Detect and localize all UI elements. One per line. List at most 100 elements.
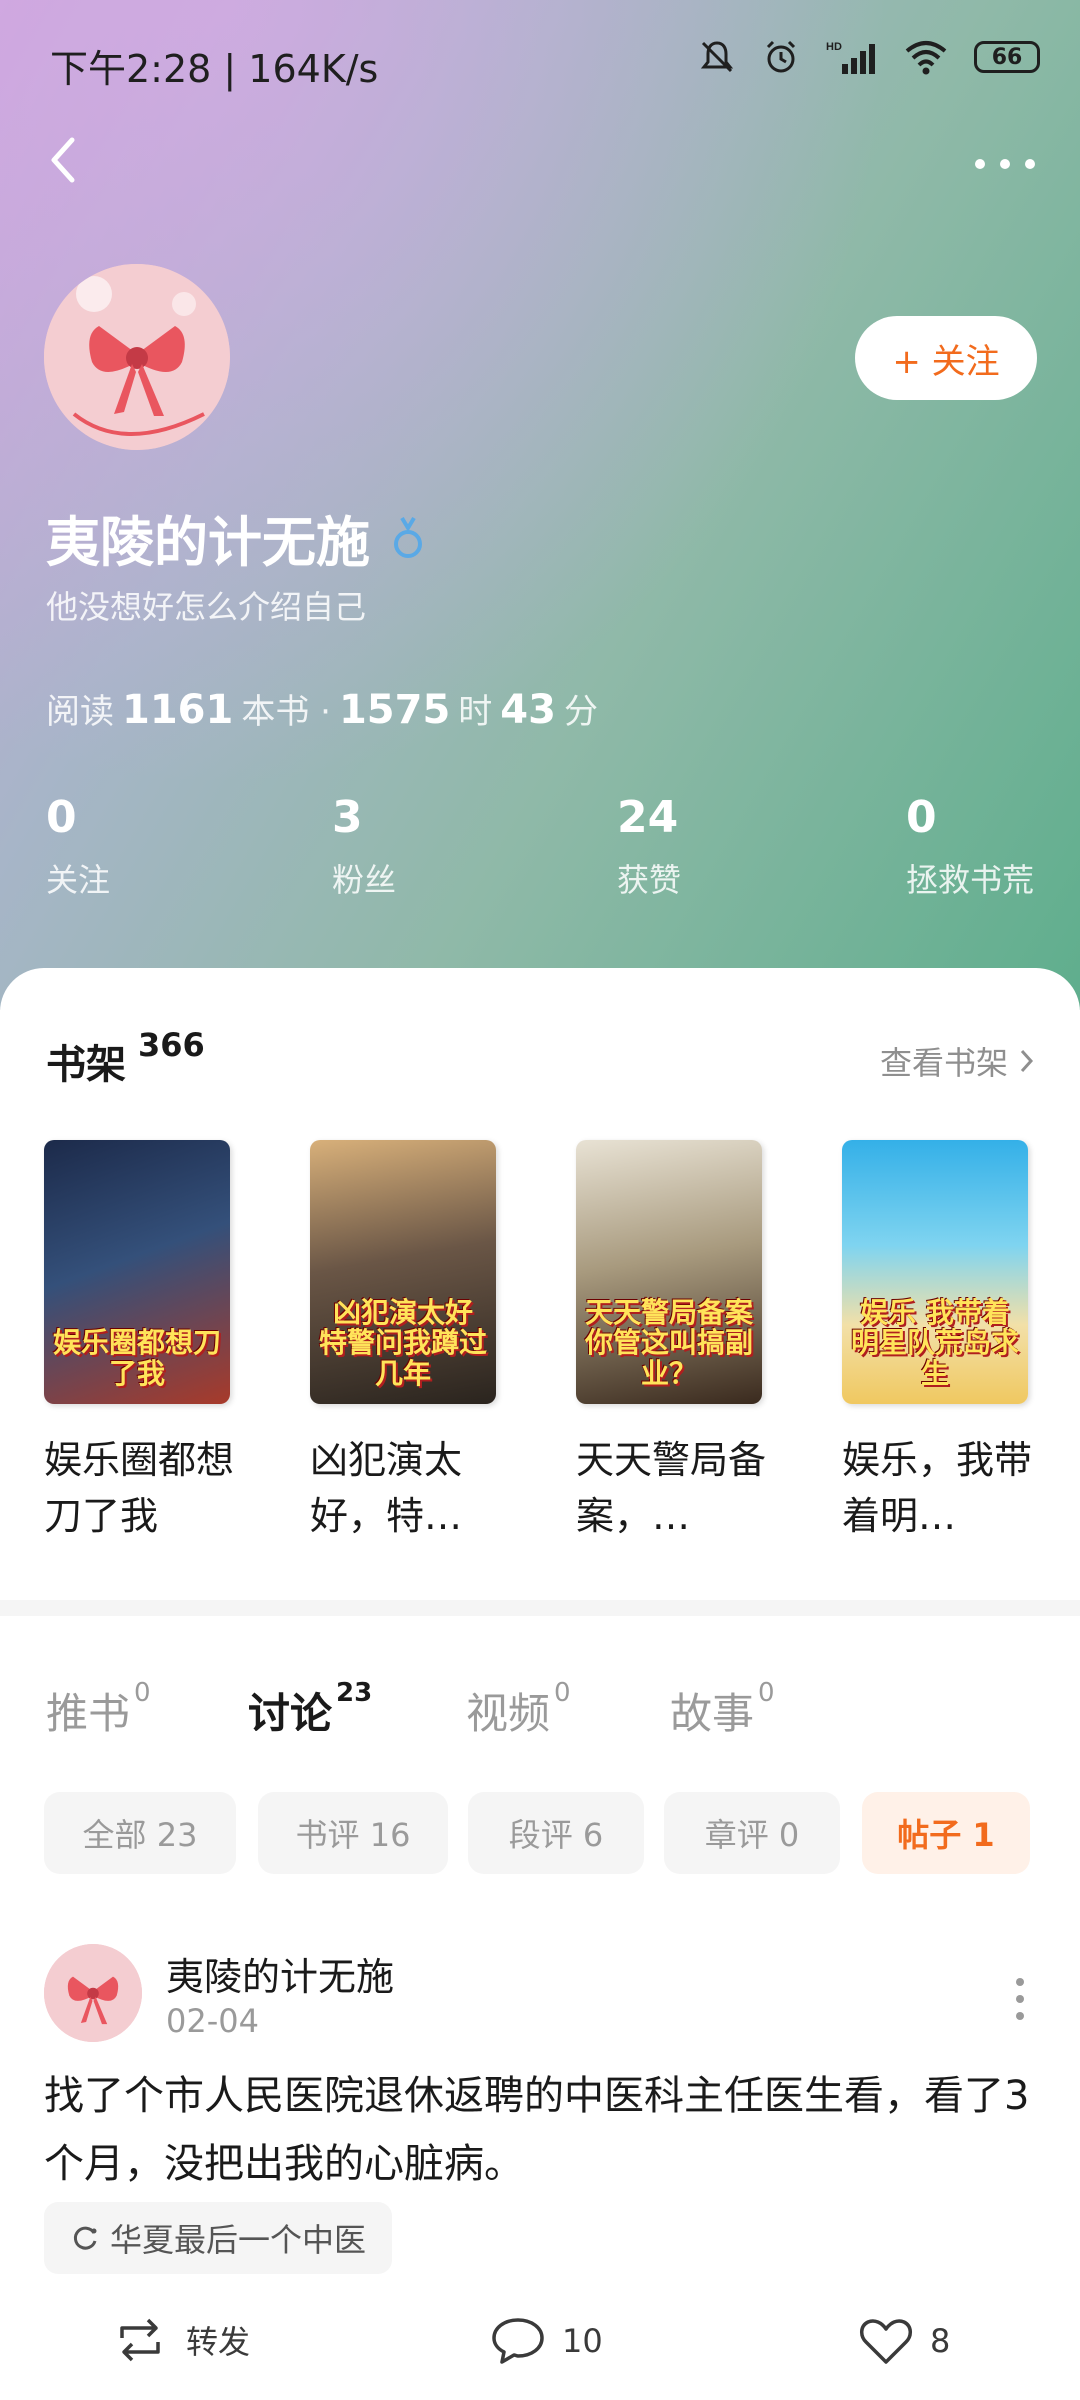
book-item[interactable]: 娱乐圈都想刀了我 娱乐圈都想刀了我 [44, 1140, 234, 1544]
post-author[interactable]: 夷陵的计无施 [166, 1946, 394, 2001]
tab-label: 讨论 [248, 1689, 333, 1738]
stat-rescue[interactable]: 0 拯救书荒 [906, 792, 1034, 901]
book-cover: 凶犯演太好 特警问我蹲过几年 [310, 1140, 496, 1404]
topic-label: 华夏最后一个中医 [110, 2221, 367, 2259]
back-chevron-icon[interactable] [40, 130, 90, 190]
stat-num: 24 [617, 792, 679, 843]
tab-discussion[interactable]: 讨论 23 [248, 1678, 372, 1741]
bookshelf-count: 366 [138, 1026, 205, 1064]
tab-story[interactable]: 故事 0 [670, 1678, 775, 1741]
like-button[interactable]: 8 [858, 2316, 950, 2366]
post-avatar[interactable] [44, 1944, 142, 2042]
stat-label: 拯救书荒 [906, 861, 1035, 899]
reading-books-unit: 本书 · [241, 692, 331, 732]
stat-following[interactable]: 0 关注 [46, 792, 110, 901]
view-bookshelf-label: 查看书架 [879, 1044, 1008, 1082]
follow-button-label: + 关注 [892, 341, 1000, 382]
profile-bio: 他没想好怎么介绍自己 [46, 588, 367, 626]
reading-prefix: 阅读 [46, 692, 114, 732]
stat-label: 粉丝 [332, 861, 397, 899]
repost-button[interactable]: 转发 [110, 2316, 250, 2364]
book-cover-text: 凶犯演太好 特警问我蹲过几年 [318, 1295, 487, 1391]
wifi-icon [905, 41, 947, 75]
reading-minutes: 43 [500, 687, 556, 733]
hd-signal-icon: HD [826, 41, 875, 74]
book-cover-text: 天天警局备案 你管这叫搞副业？ [584, 1295, 753, 1391]
topic-tag[interactable]: 华夏最后一个中医 [44, 2202, 393, 2274]
reading-books: 1161 [122, 687, 234, 733]
content-card: 书架 366 查看书架 娱乐圈都想刀了我 娱乐圈都想刀了我 凶犯演太好 特警问我… [0, 968, 1080, 2400]
stat-label: 关注 [46, 861, 111, 899]
repost-label: 转发 [186, 2323, 251, 2361]
more-vertical-icon[interactable] [1010, 1974, 1030, 2024]
status-time: 下午2:28 | 164K/s [50, 47, 379, 91]
book-item[interactable]: 天天警局备案 你管这叫搞副业？ 天天警局备案，… [576, 1140, 766, 1544]
bow-icon [44, 1944, 142, 2042]
tab-count: 0 [758, 1678, 775, 1708]
profile-stats: 0 关注 3 粉丝 24 获赞 0 拯救书荒 [0, 792, 1080, 912]
filter-chips: 全部 23 书评 16 段评 6 章评 0 帖子 1 [0, 1792, 1080, 1876]
tab-label: 故事 [670, 1689, 755, 1738]
tab-count: 0 [554, 1678, 571, 1708]
book-item[interactable]: 凶犯演太好 特警问我蹲过几年 凶犯演太好，特… [310, 1140, 500, 1544]
bookshelf-title: 书架 [46, 1042, 126, 1088]
reading-minutes-unit: 分 [563, 692, 598, 732]
bow-icon [44, 264, 230, 450]
book-title: 凶犯演太好，特… [310, 1438, 463, 1538]
mute-icon [700, 41, 734, 73]
stat-num: 0 [46, 792, 77, 843]
section-divider [0, 1600, 1080, 1616]
follow-button[interactable]: + 关注 [855, 316, 1037, 400]
tab-label: 视频 [466, 1689, 551, 1738]
reading-hours-unit: 时 [458, 692, 493, 732]
chip-paragraph-review[interactable]: 段评 6 [468, 1792, 644, 1874]
chip-book-review[interactable]: 书评 16 [258, 1792, 448, 1874]
book-item[interactable]: 娱乐 我带着明星队荒岛求生 娱乐，我带着明… [842, 1140, 1032, 1544]
reading-hours: 1575 [338, 687, 451, 733]
comment-button[interactable]: 10 [490, 2316, 603, 2366]
stat-likes[interactable]: 24 获赞 [617, 792, 681, 901]
tab-bar: 推书 0 讨论 23 视频 0 故事 0 [0, 1678, 1080, 1760]
post-date: 02-04 [166, 2002, 259, 2040]
male-icon [394, 516, 422, 558]
repost-icon [120, 2318, 160, 2362]
book-cover-text: 娱乐 我带着明星队荒岛求生 [850, 1295, 1019, 1391]
profile-name-text: 夷陵的计无施 [46, 511, 370, 574]
stat-num: 3 [332, 792, 363, 843]
battery-icon: 66 [974, 41, 1040, 73]
post-body[interactable]: 找了个市人民医院退休返聘的中医科主任医生看，看了3个月，没把出我的心脏病。 [44, 2062, 1034, 2198]
book-cover: 娱乐 我带着明星队荒岛求生 [842, 1140, 1028, 1404]
view-bookshelf-link[interactable]: 查看书架 [880, 1038, 1036, 1084]
book-cover: 娱乐圈都想刀了我 [44, 1140, 230, 1404]
book-cover: 天天警局备案 你管这叫搞副业？ [576, 1140, 762, 1404]
status-bar: 下午2:28 | 164K/s HD 66 [0, 0, 1080, 120]
book-cover-text: 娱乐圈都想刀了我 [52, 1326, 221, 1391]
stat-label: 获赞 [617, 861, 682, 899]
book-title: 娱乐，我带着明… [842, 1438, 1033, 1538]
post-actions: 转发 10 8 [0, 2316, 1080, 2376]
avatar[interactable] [44, 264, 230, 450]
chip-all[interactable]: 全部 23 [44, 1792, 236, 1874]
book-title: 天天警局备案，… [576, 1438, 767, 1538]
tab-label: 推书 [46, 1689, 131, 1738]
like-icon [860, 2319, 912, 2364]
comment-icon [492, 2318, 544, 2364]
chevron-right-icon [1020, 1049, 1034, 1073]
profile-name: 夷陵的计无施 [46, 498, 428, 577]
comment-count: 10 [562, 2322, 603, 2360]
more-dots-icon[interactable] [970, 140, 1040, 180]
topic-icon [73, 2226, 97, 2250]
reading-summary: 阅读 1161 本书 · 1575 时 43 分 [46, 684, 598, 733]
like-count: 8 [930, 2322, 951, 2360]
chip-posts[interactable]: 帖子 1 [862, 1792, 1030, 1874]
chip-chapter-review[interactable]: 章评 0 [664, 1792, 840, 1874]
battery-level: 66 [991, 44, 1023, 70]
stat-num: 0 [906, 792, 937, 843]
stat-fans[interactable]: 3 粉丝 [332, 792, 396, 901]
book-title: 娱乐圈都想刀了我 [44, 1438, 235, 1538]
status-icons: HD 66 [698, 38, 1040, 76]
alarm-icon [766, 40, 796, 73]
tab-recommend[interactable]: 推书 0 [46, 1678, 151, 1741]
svg-text:HD: HD [826, 41, 842, 53]
tab-video[interactable]: 视频 0 [466, 1678, 571, 1741]
